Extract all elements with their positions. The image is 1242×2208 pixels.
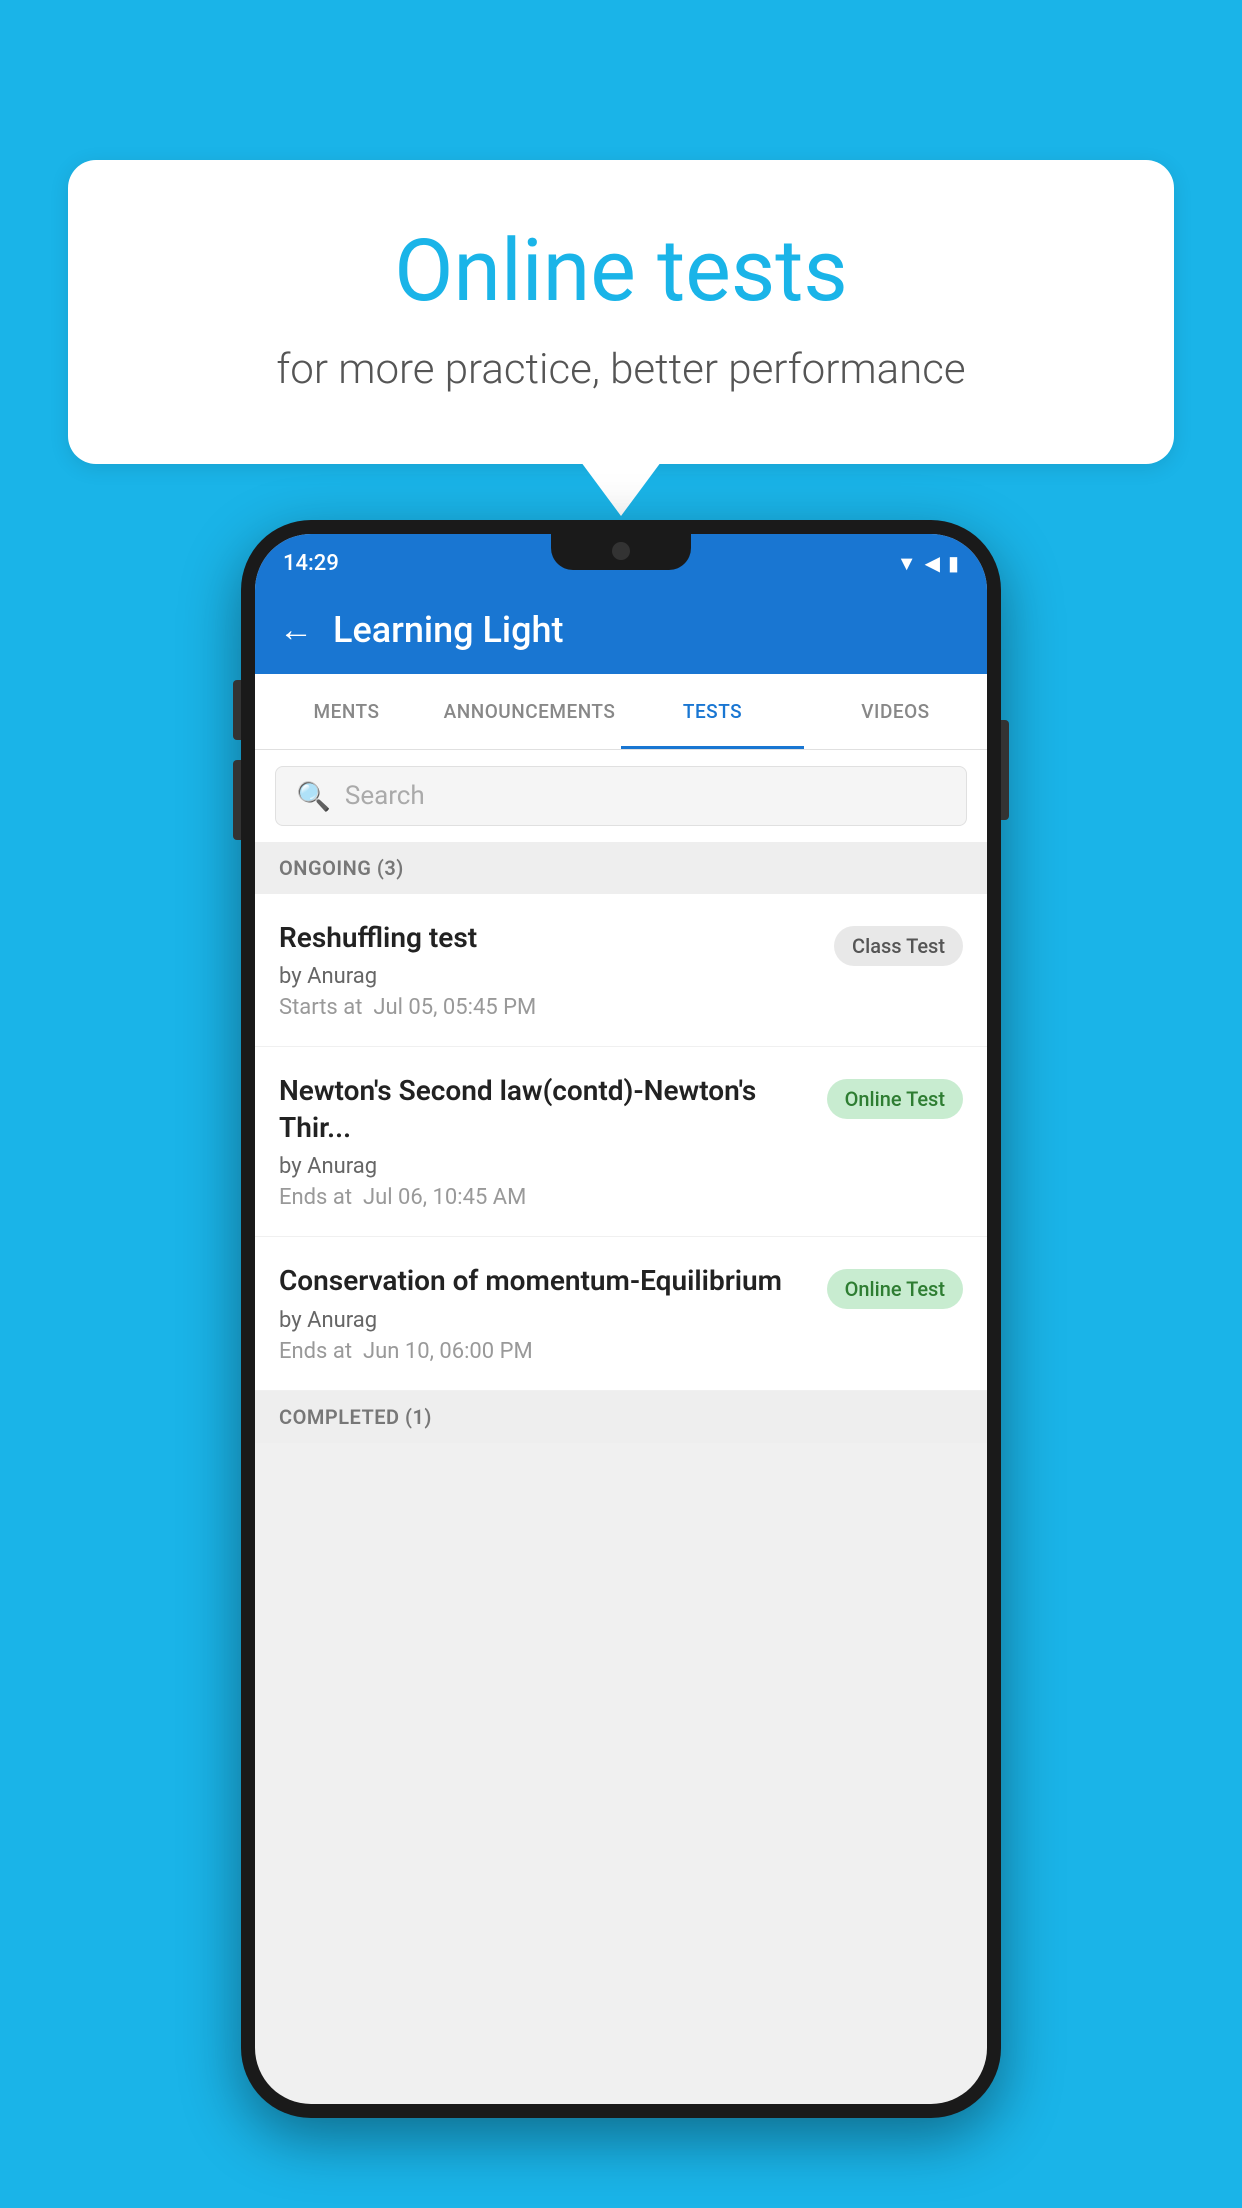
phone-power-button	[1001, 720, 1009, 820]
completed-section-header: COMPLETED (1)	[255, 1391, 987, 1443]
phone-vol-up	[233, 680, 241, 740]
badge-class-test-1: Class Test	[834, 926, 963, 966]
badge-online-test-2: Online Test	[827, 1079, 963, 1119]
test-item-2[interactable]: Newton's Second law(contd)-Newton's Thir…	[255, 1047, 987, 1237]
test-name-1: Reshuffling test	[279, 920, 818, 956]
test-author-3: by Anurag	[279, 1308, 811, 1333]
ongoing-label: ONGOING (3)	[279, 856, 404, 880]
completed-label: COMPLETED (1)	[279, 1405, 432, 1429]
status-icons: ▼ ◀ ▮	[897, 551, 959, 576]
test-author-2: by Anurag	[279, 1154, 811, 1179]
phone-screen: 14:29 ▼ ◀ ▮ ← Learning Light MENTS ANNOU…	[255, 534, 987, 2104]
tab-videos[interactable]: VIDEOS	[804, 674, 987, 749]
test-item-3[interactable]: Conservation of momentum-Equilibrium by …	[255, 1237, 987, 1390]
test-name-3: Conservation of momentum-Equilibrium	[279, 1263, 811, 1299]
test-time-3: Ends at Jun 10, 06:00 PM	[279, 1339, 811, 1364]
test-name-2: Newton's Second law(contd)-Newton's Thir…	[279, 1073, 811, 1146]
search-container: 🔍 Search	[255, 750, 987, 842]
bubble-title: Online tests	[148, 220, 1094, 321]
tab-tests[interactable]: TESTS	[621, 674, 804, 749]
bubble-subtitle: for more practice, better performance	[148, 345, 1094, 394]
app-title: Learning Light	[333, 609, 563, 651]
test-item-1[interactable]: Reshuffling test by Anurag Starts at Jul…	[255, 894, 987, 1047]
phone-wrapper: 14:29 ▼ ◀ ▮ ← Learning Light MENTS ANNOU…	[241, 520, 1001, 2118]
wifi-icon: ▼	[897, 551, 917, 576]
badge-online-test-3: Online Test	[827, 1269, 963, 1309]
search-placeholder: Search	[345, 781, 425, 811]
test-author-1: by Anurag	[279, 964, 818, 989]
battery-icon: ▮	[948, 551, 959, 575]
tab-announcements[interactable]: ANNOUNCEMENTS	[438, 674, 621, 749]
search-bar[interactable]: 🔍 Search	[275, 766, 967, 826]
test-info-3: Conservation of momentum-Equilibrium by …	[279, 1263, 811, 1363]
test-info-2: Newton's Second law(contd)-Newton's Thir…	[279, 1073, 811, 1210]
back-button[interactable]: ←	[279, 610, 313, 650]
signal-icon: ◀	[925, 551, 940, 575]
test-time-2: Ends at Jul 06, 10:45 AM	[279, 1185, 811, 1210]
tabs-bar: MENTS ANNOUNCEMENTS TESTS VIDEOS	[255, 674, 987, 750]
tab-ments[interactable]: MENTS	[255, 674, 438, 749]
test-info-1: Reshuffling test by Anurag Starts at Jul…	[279, 920, 818, 1020]
phone-frame: 14:29 ▼ ◀ ▮ ← Learning Light MENTS ANNOU…	[241, 520, 1001, 2118]
phone-vol-down	[233, 760, 241, 840]
test-time-1: Starts at Jul 05, 05:45 PM	[279, 995, 818, 1020]
ongoing-section-header: ONGOING (3)	[255, 842, 987, 894]
test-list: Reshuffling test by Anurag Starts at Jul…	[255, 894, 987, 1391]
phone-camera	[612, 542, 630, 560]
speech-bubble: Online tests for more practice, better p…	[68, 160, 1174, 464]
app-bar: ← Learning Light	[255, 586, 987, 674]
search-icon: 🔍	[296, 780, 331, 813]
status-time: 14:29	[283, 551, 339, 576]
phone-notch	[551, 534, 691, 570]
